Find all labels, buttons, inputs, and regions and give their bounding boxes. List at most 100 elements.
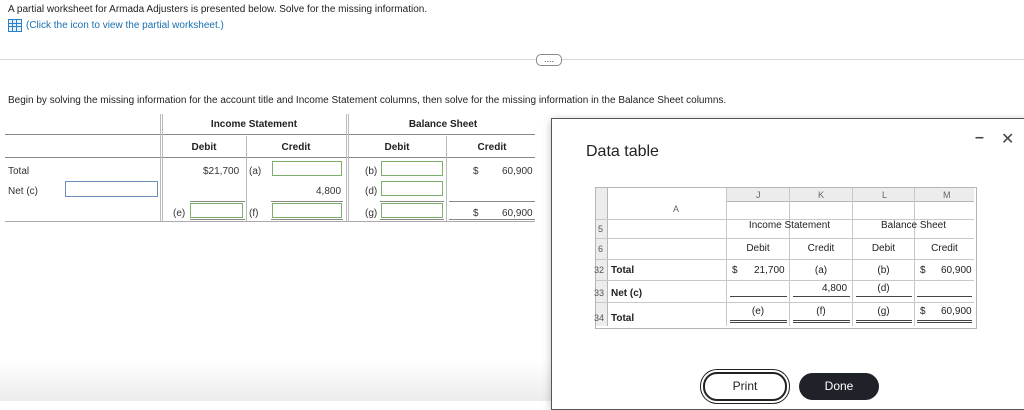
bs-credit-total-symbol: $ [473,166,479,177]
dt-j-total-symbol: $ [732,265,738,276]
row-num-34: 34 [594,313,605,323]
dt-balance-sheet-header: Balance Sheet [880,220,947,231]
dt-double-underline [917,320,972,323]
dt-k-final: (f) [816,306,826,317]
bs-credit-final-symbol: $ [473,208,479,219]
balance-sheet-header: Balance Sheet [408,119,478,130]
dt-row-total2-label: Total [611,313,635,324]
spreadsheet-icon[interactable] [8,19,22,32]
input-e[interactable] [190,203,243,218]
bs-debit-underline [380,201,444,202]
dt-j-debit-header: Debit [746,243,770,254]
close-icon[interactable]: ✕ [1001,129,1014,149]
dt-double-underline [730,320,787,323]
ws-col-sep [160,114,161,221]
is-debit-header: Debit [191,142,217,153]
bs-credit-underline [449,201,535,202]
income-statement-header: Income Statement [210,119,298,130]
worksheet-link[interactable]: (Click the icon to view the partial work… [8,19,224,32]
expand-ellipsis-button[interactable]: .... [536,54,562,66]
data-table-modal: Data table – ✕ A J K L M 5 6 32 33 34 In… [551,118,1024,410]
dt-j-total: 21,700 [754,265,785,276]
input-b[interactable] [381,161,443,176]
dt-l-total: (b) [877,265,890,276]
dt-j-final: (e) [751,306,765,317]
col-letter-j: J [756,190,761,200]
dt-underline [793,296,850,297]
bs-credit-final-value: 60,900 [502,208,533,219]
double-underline [190,219,245,220]
row-number-column [596,188,608,326]
is-credit-net-value: 4,800 [316,186,342,197]
ws-rule [5,157,535,158]
minimize-icon[interactable]: – [975,129,984,147]
col-letter-a: A [673,204,680,214]
input-net-account-title[interactable] [65,181,158,197]
input-d[interactable] [381,181,443,196]
input-f[interactable] [272,203,342,218]
dt-underline [730,296,787,297]
grid-hline [596,302,974,303]
row-num-32: 32 [594,265,605,275]
dt-m-final: 60,900 [941,306,972,317]
is-credit-underline [271,201,343,202]
dt-row-net-label: Net (c) [611,288,643,299]
dt-m-final-symbol: $ [920,306,926,317]
grid-hline [596,238,974,239]
row-label-total: Total [8,166,30,177]
row-num-33: 33 [594,288,605,298]
row-num-5: 5 [598,224,604,234]
col-letter-k: K [818,190,825,200]
dt-income-statement-header: Income Statement [748,220,831,231]
dt-underline [917,296,972,297]
col-letter-m: M [943,190,951,200]
col-letter-l: L [882,190,888,200]
bs-debit-header: Debit [384,142,410,153]
dt-l-net: (d) [877,283,890,294]
section-divider [0,59,1024,60]
is-debit-underline [190,201,245,202]
bs-credit-total-value: 60,900 [502,166,533,177]
double-underline [271,219,343,220]
row-label-net: Net (c) [8,186,38,197]
dt-l-debit-header: Debit [871,243,896,254]
done-button[interactable]: Done [799,373,879,400]
double-underline [449,219,535,220]
spreadsheet-grid: A J K L M 5 6 32 33 34 Income Statement … [594,187,977,329]
column-header-band [726,188,974,202]
dt-k-total: (a) [814,265,828,276]
label-b: (b) [365,166,378,177]
dt-m-total: 60,900 [941,265,972,276]
is-debit-total-value: $21,700 [203,166,240,177]
worksheet-link-text[interactable]: (Click the icon to view the partial work… [26,20,224,31]
dt-m-total-symbol: $ [920,265,926,276]
dt-row-total-label: Total [611,265,635,276]
label-d: (d) [365,186,378,197]
is-credit-header: Credit [281,142,311,153]
dt-double-underline [856,320,912,323]
intro-text: A partial worksheet for Armada Adjusters… [8,4,428,15]
dt-double-underline [793,320,850,323]
dt-k-net: 4,800 [822,283,848,294]
input-g[interactable] [381,203,443,218]
dt-k-credit-header: Credit [807,243,835,254]
row-num-6: 6 [598,244,604,254]
label-f: (f) [249,208,259,219]
grid-hline [596,280,974,281]
ws-col-sep [346,114,347,221]
bs-credit-header: Credit [477,142,507,153]
ws-rule [5,221,535,222]
instruction-text: Begin by solving the missing information… [8,95,727,106]
label-e: (e) [173,208,186,219]
modal-title: Data table [586,143,659,160]
grid-vline [914,188,915,326]
grid-hline [596,259,974,260]
label-g: (g) [365,208,378,219]
ws-col-sep [162,114,163,221]
print-button[interactable]: Print [703,372,787,401]
double-underline [380,219,444,220]
label-a: (a) [249,166,262,177]
dt-l-final: (g) [877,306,890,317]
input-a[interactable] [272,161,342,176]
ws-rule [5,134,535,135]
